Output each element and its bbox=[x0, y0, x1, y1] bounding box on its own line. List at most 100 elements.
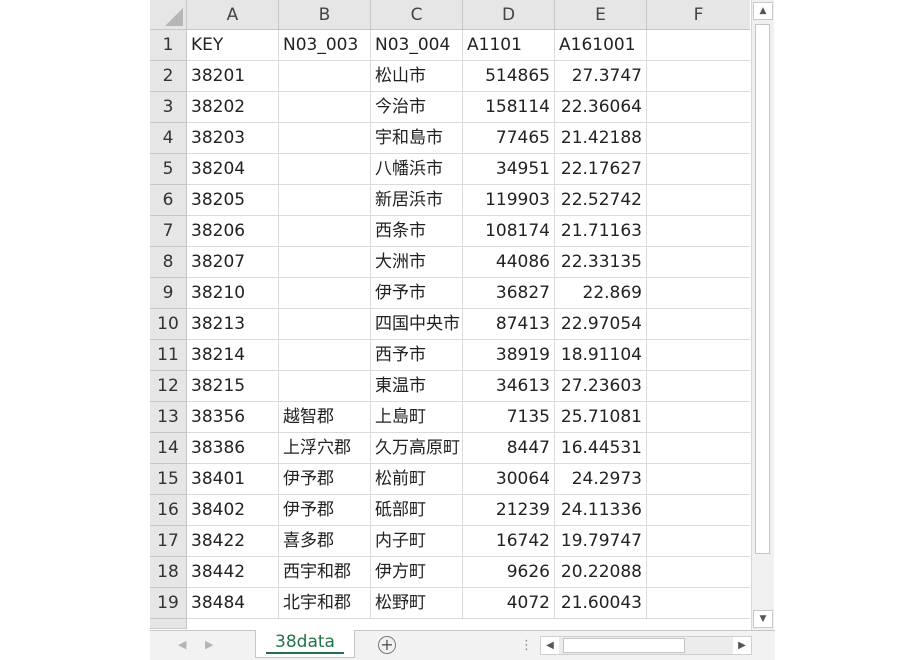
cell-c[interactable]: 西条市 bbox=[371, 216, 463, 247]
cell-c[interactable]: 八幡浜市 bbox=[371, 154, 463, 185]
cell-a[interactable]: KEY bbox=[187, 30, 279, 61]
row-header[interactable]: 1 bbox=[150, 30, 187, 61]
cell-f[interactable] bbox=[647, 278, 750, 309]
column-header-b[interactable]: B bbox=[279, 0, 371, 30]
cell-e[interactable]: 21.60043 bbox=[555, 588, 647, 619]
cell-f[interactable] bbox=[647, 526, 750, 557]
row-header[interactable]: 12 bbox=[150, 371, 187, 402]
cell-a[interactable]: 38210 bbox=[187, 278, 279, 309]
column-header-e[interactable]: E bbox=[555, 0, 647, 30]
cell-f[interactable] bbox=[647, 371, 750, 402]
cell-d[interactable]: 34613 bbox=[463, 371, 555, 402]
vertical-scroll-thumb[interactable] bbox=[755, 24, 770, 554]
tab-splitter-handle[interactable]: ⋮ bbox=[520, 638, 533, 653]
cell-f[interactable] bbox=[647, 433, 750, 464]
cell-e[interactable]: 16.44531 bbox=[555, 433, 647, 464]
cell-d[interactable]: A1101 bbox=[463, 30, 555, 61]
cell-c[interactable]: 松前町 bbox=[371, 464, 463, 495]
cell-d[interactable]: 108174 bbox=[463, 216, 555, 247]
cell-d[interactable]: 119903 bbox=[463, 185, 555, 216]
cell-f[interactable] bbox=[647, 216, 750, 247]
cell-f[interactable] bbox=[647, 30, 750, 61]
cell-b[interactable] bbox=[279, 154, 371, 185]
cell-f[interactable] bbox=[647, 185, 750, 216]
cell-b[interactable]: 上浮穴郡 bbox=[279, 433, 371, 464]
cell-e[interactable]: 18.91104 bbox=[555, 340, 647, 371]
sheet-tab-38data[interactable]: 38data bbox=[255, 630, 355, 658]
row-header[interactable]: 13 bbox=[150, 402, 187, 433]
cell-b[interactable] bbox=[279, 216, 371, 247]
row-header[interactable]: 3 bbox=[150, 92, 187, 123]
cell-d[interactable]: 514865 bbox=[463, 61, 555, 92]
cell-d[interactable]: 44086 bbox=[463, 247, 555, 278]
cell-a[interactable]: 38401 bbox=[187, 464, 279, 495]
cell-a[interactable]: 38207 bbox=[187, 247, 279, 278]
cell-f[interactable] bbox=[647, 61, 750, 92]
cell-b[interactable] bbox=[279, 371, 371, 402]
cell-c[interactable]: 今治市 bbox=[371, 92, 463, 123]
select-all-corner[interactable] bbox=[150, 0, 187, 30]
cell-f[interactable] bbox=[647, 123, 750, 154]
cell-f[interactable] bbox=[647, 92, 750, 123]
cell-c[interactable]: 伊方町 bbox=[371, 557, 463, 588]
cell-a[interactable]: 38205 bbox=[187, 185, 279, 216]
cell-c[interactable]: 松山市 bbox=[371, 61, 463, 92]
cell-e[interactable]: A161001 bbox=[555, 30, 647, 61]
tab-scroll-left-icon[interactable]: ◀ bbox=[178, 638, 186, 651]
cell-e[interactable]: 22.52742 bbox=[555, 185, 647, 216]
cell-d[interactable]: 9626 bbox=[463, 557, 555, 588]
vertical-scrollbar[interactable]: ▲ ▼ bbox=[751, 0, 774, 630]
column-header-d[interactable]: D bbox=[463, 0, 555, 30]
row-header[interactable]: 10 bbox=[150, 309, 187, 340]
row-header-partial[interactable] bbox=[150, 619, 187, 629]
cell-c[interactable]: N03_004 bbox=[371, 30, 463, 61]
cell-b[interactable]: 伊予郡 bbox=[279, 464, 371, 495]
cell-d[interactable]: 87413 bbox=[463, 309, 555, 340]
cell-e[interactable]: 21.71163 bbox=[555, 216, 647, 247]
cell-f[interactable] bbox=[647, 402, 750, 433]
cell-b[interactable] bbox=[279, 61, 371, 92]
cell-b[interactable] bbox=[279, 340, 371, 371]
cell-f[interactable] bbox=[647, 495, 750, 526]
row-header[interactable]: 18 bbox=[150, 557, 187, 588]
cell-e[interactable]: 19.79747 bbox=[555, 526, 647, 557]
column-header-a[interactable]: A bbox=[187, 0, 279, 30]
cell-d[interactable]: 158114 bbox=[463, 92, 555, 123]
row-header[interactable]: 17 bbox=[150, 526, 187, 557]
cell-a[interactable]: 38203 bbox=[187, 123, 279, 154]
row-header[interactable]: 7 bbox=[150, 216, 187, 247]
cell-d[interactable]: 4072 bbox=[463, 588, 555, 619]
cell-f[interactable] bbox=[647, 588, 750, 619]
cell-c[interactable]: 久万高原町 bbox=[371, 433, 463, 464]
cell-f[interactable] bbox=[647, 154, 750, 185]
add-sheet-button[interactable]: + bbox=[378, 636, 396, 654]
cell-c[interactable]: 新居浜市 bbox=[371, 185, 463, 216]
row-header[interactable]: 19 bbox=[150, 588, 187, 619]
column-header-c[interactable]: C bbox=[371, 0, 463, 30]
scroll-right-button[interactable]: ▶ bbox=[733, 637, 751, 654]
cell-f[interactable] bbox=[647, 340, 750, 371]
cell-c[interactable]: 砥部町 bbox=[371, 495, 463, 526]
cell-d[interactable]: 21239 bbox=[463, 495, 555, 526]
cell-c[interactable]: 松野町 bbox=[371, 588, 463, 619]
cell-b[interactable] bbox=[279, 278, 371, 309]
cell-c[interactable]: 宇和島市 bbox=[371, 123, 463, 154]
cell-d[interactable]: 16742 bbox=[463, 526, 555, 557]
cell-d[interactable]: 38919 bbox=[463, 340, 555, 371]
cell-a[interactable]: 38214 bbox=[187, 340, 279, 371]
cell-b[interactable]: 越智郡 bbox=[279, 402, 371, 433]
cell-e[interactable]: 24.2973 bbox=[555, 464, 647, 495]
row-header[interactable]: 5 bbox=[150, 154, 187, 185]
cell-b[interactable] bbox=[279, 92, 371, 123]
scroll-up-button[interactable]: ▲ bbox=[753, 2, 773, 20]
cell-b[interactable] bbox=[279, 309, 371, 340]
cell-b[interactable] bbox=[279, 247, 371, 278]
cell-e[interactable]: 20.22088 bbox=[555, 557, 647, 588]
cell-b[interactable] bbox=[279, 185, 371, 216]
cell-b[interactable]: 北宇和郡 bbox=[279, 588, 371, 619]
cell-e[interactable]: 22.869 bbox=[555, 278, 647, 309]
horizontal-scrollbar[interactable]: ◀ ▶ bbox=[540, 636, 752, 655]
row-header[interactable]: 2 bbox=[150, 61, 187, 92]
cell-c[interactable]: 大洲市 bbox=[371, 247, 463, 278]
cell-d[interactable]: 7135 bbox=[463, 402, 555, 433]
